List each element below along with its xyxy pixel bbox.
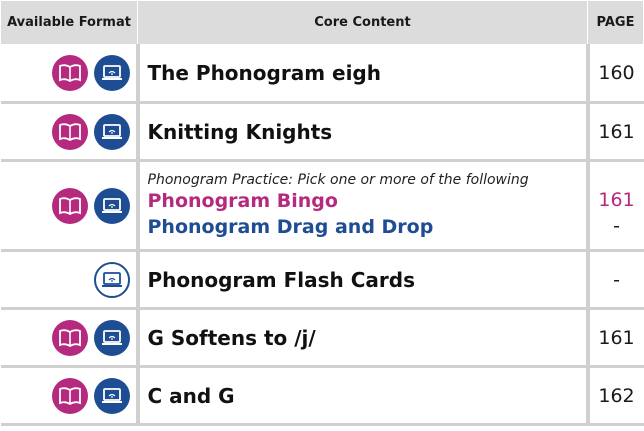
table-row: C and G 162 xyxy=(0,366,644,426)
table-row: G Softens to /j/ 161 xyxy=(0,308,644,368)
format-cell xyxy=(0,366,140,426)
format-cell xyxy=(0,308,140,368)
practice-intro: Phonogram Practice: Pick one or more of … xyxy=(147,171,529,188)
format-cell xyxy=(0,102,140,162)
page-cell: 162 xyxy=(587,366,644,426)
book-icon xyxy=(51,113,88,150)
content-cell: Phonogram Flash Cards xyxy=(137,250,590,310)
header-row: Available Format Core Content PAGE xyxy=(0,0,644,45)
option-phonogram-drag-drop: Phonogram Drag and Drop xyxy=(147,215,434,238)
header-content: Core Content xyxy=(137,0,588,45)
header-format: Available Format xyxy=(0,0,138,45)
content-cell: The Phonogram eigh xyxy=(137,44,590,104)
book-icon xyxy=(51,319,88,356)
lesson-title: G Softens to /j/ xyxy=(147,325,316,350)
page-cell: - xyxy=(587,250,644,310)
page-bingo: 161 xyxy=(598,188,635,211)
book-icon xyxy=(51,187,88,224)
format-cell xyxy=(0,250,140,310)
lesson-title: C and G xyxy=(147,383,235,408)
content-cell: G Softens to /j/ xyxy=(137,308,590,368)
table-row: Phonogram Flash Cards - xyxy=(0,250,644,310)
book-icon xyxy=(51,55,88,91)
page-cell: 161 xyxy=(587,308,644,368)
page-cell: 161 xyxy=(587,102,644,162)
table-row: Knitting Knights 161 xyxy=(0,102,644,162)
laptop-outline-icon xyxy=(93,261,130,298)
format-cell xyxy=(0,44,140,104)
format-cell xyxy=(0,160,140,252)
option-phonogram-bingo: Phonogram Bingo xyxy=(147,189,338,212)
page-cell: 160 xyxy=(587,44,644,104)
laptop-icon xyxy=(93,113,130,150)
content-cell: Phonogram Practice: Pick one or more of … xyxy=(137,160,590,252)
content-cell: Knitting Knights xyxy=(137,102,590,162)
content-cell: C and G xyxy=(137,366,590,426)
laptop-icon xyxy=(93,377,130,414)
lesson-title: Phonogram Flash Cards xyxy=(147,267,415,292)
laptop-icon xyxy=(93,55,130,91)
page-drag-drop: - xyxy=(613,214,620,237)
header-page: PAGE xyxy=(587,0,644,45)
book-icon xyxy=(51,377,88,414)
laptop-icon xyxy=(93,319,130,356)
lesson-title: The Phonogram eigh xyxy=(147,61,381,85)
lesson-title: Knitting Knights xyxy=(147,119,333,144)
page-cell: 161 - xyxy=(587,160,644,252)
table-row: The Phonogram eigh 160 xyxy=(0,44,644,104)
laptop-icon xyxy=(93,187,130,224)
table-row: Phonogram Practice: Pick one or more of … xyxy=(0,160,644,252)
lesson-table: Available Format Core Content PAGE The P… xyxy=(0,0,644,426)
